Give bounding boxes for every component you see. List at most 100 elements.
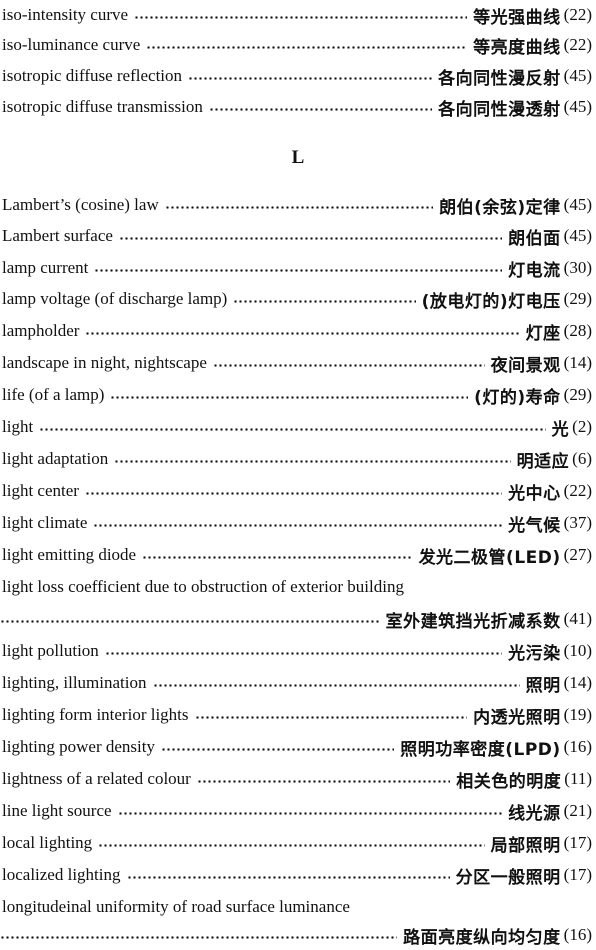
leader-dots [146, 45, 468, 49]
entry-row: lampholder 灯座 (28) [2, 316, 592, 346]
entry-page: (30) [563, 258, 592, 277]
leader-dots [233, 299, 416, 303]
entry-row: light climate 光气候 (37) [2, 508, 592, 538]
entry-term-wrapped: light loss coefficient due to obstructio… [2, 577, 404, 596]
entry-page: (17) [563, 865, 592, 884]
entry-row: lamp current 灯电流 (30) [2, 253, 592, 283]
entry-translation: 分区一般照明 [455, 867, 561, 888]
leader-dots [208, 107, 433, 111]
entry-row: light 光 (2) [2, 412, 592, 442]
leader-dots [212, 363, 485, 367]
leader-dots [114, 459, 511, 463]
entry-term: line light source [2, 801, 112, 820]
entry-row: Lambert surface 朗伯面 (45) [2, 221, 592, 251]
entry-row: light center 光中心 (22) [2, 476, 592, 506]
entry-page: (10) [563, 641, 592, 660]
entry-page: (45) [563, 97, 592, 116]
entry-translation: (放电灯的)灯电压 [421, 291, 561, 312]
entry-row: line light source 线光源 (21) [2, 796, 592, 826]
entry-page: (6) [572, 449, 592, 468]
entry-term: iso-intensity curve [2, 5, 129, 24]
entry-translation: (灯的)寿命 [474, 387, 561, 408]
entry-row: isotropic diffuse transmission 各向同性漫透射 (… [2, 92, 592, 122]
leader-dots [188, 76, 433, 80]
leader-dots [104, 651, 503, 655]
entry-page: (29) [563, 289, 592, 308]
entry-row: localized lighting 分区一般照明 (17) [2, 860, 592, 890]
leader-dots [85, 331, 520, 335]
entry-page: (21) [563, 801, 592, 820]
entry-term: isotropic diffuse transmission [2, 97, 203, 116]
entry-translation: 发光二极管(LED) [418, 547, 561, 568]
entry-row: light adaptation 明适应 (6) [2, 444, 592, 474]
entry-page: (45) [563, 66, 592, 85]
leader-dots [126, 875, 450, 879]
entry-translation: 等光强曲线 [473, 7, 561, 28]
leader-dots [196, 779, 451, 783]
entry-term: lamp voltage (of discharge lamp) [2, 289, 228, 308]
entry-translation: 光 [551, 419, 570, 440]
entry-page: (22) [563, 35, 592, 54]
entry-row: light pollution 光污染 (10) [2, 636, 592, 666]
entry-translation: 朗伯面 [508, 228, 561, 249]
entry-page: (27) [563, 545, 592, 564]
entry-row: lightness of a related colour 相关色的明度 (11… [2, 764, 592, 794]
entry-page: (29) [563, 385, 592, 404]
entry-translation: 灯电流 [508, 260, 561, 281]
entry-term: lightness of a related colour [2, 769, 191, 788]
entry-row: lighting, illumination 照明 (14) [2, 668, 592, 698]
entry-term: lighting power density [2, 737, 155, 756]
entry-term: lighting, illumination [2, 673, 147, 692]
entry-term-wrapped: longitudeinal uniformity of road surface… [2, 897, 350, 916]
entry-page: (22) [563, 5, 592, 24]
entry-term: localized lighting [2, 865, 121, 884]
entry-term: light climate [2, 513, 88, 532]
entry-translation: 相关色的明度 [456, 771, 562, 792]
leader-dots [0, 619, 380, 623]
leader-dots [39, 427, 546, 431]
leader-dots [152, 683, 520, 687]
entry-row: landscape in night, nightscape 夜间景观 (14) [2, 348, 592, 378]
entry-term: local lighting [2, 833, 93, 852]
entry-page: (2) [572, 417, 592, 436]
entry-translation: 光污染 [508, 643, 561, 664]
entry-page: (45) [563, 226, 592, 245]
entry-translation: 朗伯(余弦)定律 [439, 197, 561, 218]
entry-translation: 照明 [525, 675, 561, 696]
entry-row: life (of a lamp) (灯的)寿命 (29) [2, 380, 592, 410]
section-heading: L [291, 147, 305, 168]
entry-row: lamp voltage (of discharge lamp) (放电灯的)灯… [2, 284, 592, 314]
entry-term: light emitting diode [2, 545, 137, 564]
leader-dots [142, 555, 413, 559]
leader-dots [134, 15, 468, 19]
entry-page: (28) [563, 321, 592, 340]
entry-term: life (of a lamp) [2, 385, 105, 404]
entry-translation: 局部照明 [490, 835, 561, 856]
entry-page: (17) [563, 833, 592, 852]
entry-page: (45) [563, 195, 592, 214]
entry-page: (19) [563, 705, 592, 724]
entry-page: (22) [563, 481, 592, 500]
entry-term: isotropic diffuse reflection [2, 66, 183, 85]
entry-page: (16) [563, 925, 592, 944]
entry-page: (41) [563, 609, 592, 628]
entry-term: Lambert’s (cosine) law [2, 195, 159, 214]
entry-term: lighting form interior lights [2, 705, 189, 724]
leader-dots [164, 205, 434, 209]
entry-translation: 各向同性漫反射 [438, 68, 561, 89]
leader-dots [0, 935, 398, 939]
entry-term: landscape in night, nightscape [2, 353, 207, 372]
entry-page: (11) [564, 769, 592, 788]
entry-translation: 室外建筑挡光折减系数 [385, 611, 561, 632]
leader-dots [110, 395, 469, 399]
leader-dots [118, 236, 503, 240]
entry-translation: 明适应 [516, 451, 570, 472]
entry-translation: 线光源 [508, 803, 561, 824]
entry-row-continuation: 室外建筑挡光折减系数 (41) [0, 604, 592, 634]
entry-row: iso-luminance curve 等亮度曲线 (22) [2, 30, 592, 60]
entry-term: light pollution [2, 641, 99, 660]
entry-term: lampholder [2, 321, 80, 340]
leader-dots [98, 843, 485, 847]
entry-translation: 照明功率密度(LPD) [400, 739, 561, 760]
glossary-page: iso-intensity curve 等光强曲线 (22) iso-lumin… [0, 0, 596, 950]
